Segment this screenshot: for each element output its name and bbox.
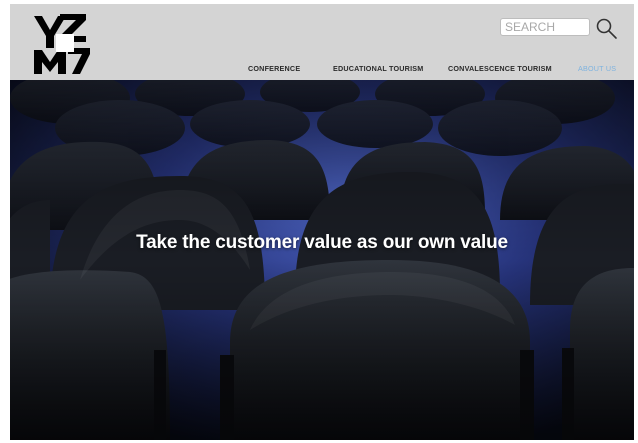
hero-image bbox=[10, 80, 634, 440]
page-frame: CONFERENCE EDUCATIONAL TOURISM CONVALESC… bbox=[10, 4, 634, 440]
nav-conference[interactable]: CONFERENCE bbox=[248, 64, 300, 73]
logo[interactable] bbox=[30, 10, 100, 76]
magnifier-icon[interactable] bbox=[594, 16, 618, 40]
search-input[interactable] bbox=[500, 18, 590, 36]
hero-tagline: Take the customer value as our own value bbox=[136, 232, 508, 253]
site-header: CONFERENCE EDUCATIONAL TOURISM CONVALESC… bbox=[10, 4, 634, 80]
nav-about-us[interactable]: ABOUT US bbox=[578, 64, 616, 73]
nav-convalescence-tourism[interactable]: CONVALESCENCE TOURISM bbox=[448, 64, 552, 73]
nav-educational-tourism[interactable]: EDUCATIONAL TOURISM bbox=[333, 64, 423, 73]
hero-banner: Take the customer value as our own value bbox=[10, 80, 634, 440]
